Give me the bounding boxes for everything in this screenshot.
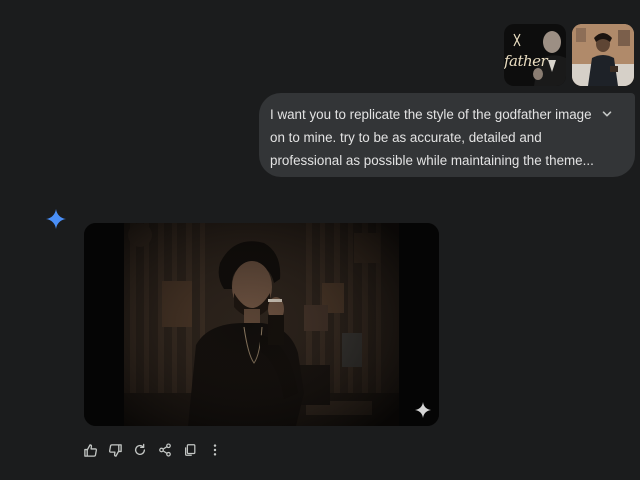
user-prompt-bubble: I want you to replicate the style of the… bbox=[259, 93, 635, 177]
share-button[interactable] bbox=[157, 442, 173, 458]
regenerate-button[interactable] bbox=[132, 442, 148, 458]
good-response-button[interactable] bbox=[82, 442, 98, 458]
prompt-line: I want you to replicate the style of the… bbox=[270, 107, 592, 122]
godfather-title-text: father bbox=[504, 52, 548, 70]
thumbs-up-icon bbox=[83, 443, 97, 457]
user-prompt-text: I want you to replicate the style of the… bbox=[270, 103, 594, 172]
regenerate-icon bbox=[134, 443, 146, 455]
copy-icon bbox=[185, 444, 196, 456]
expand-prompt-button[interactable] bbox=[599, 106, 615, 122]
attachment-godfather-image[interactable]: father bbox=[504, 24, 566, 86]
generated-image[interactable] bbox=[84, 223, 439, 426]
chevron-down-icon bbox=[602, 111, 612, 117]
generated-image-art bbox=[84, 223, 439, 426]
sparkle-icon bbox=[46, 209, 66, 229]
share-icon bbox=[159, 443, 171, 457]
more-vert-icon bbox=[213, 444, 217, 456]
prompt-line: on to mine. try to be as accurate, detai… bbox=[270, 130, 542, 145]
copy-button[interactable] bbox=[182, 442, 198, 458]
thumbs-down-icon bbox=[108, 443, 122, 457]
user-photo-art bbox=[572, 24, 634, 86]
prompt-line: professional as possible while maintaini… bbox=[270, 153, 594, 168]
chat-page: father I want you to replicate the style… bbox=[0, 0, 640, 480]
attachment-user-photo[interactable] bbox=[572, 24, 634, 86]
attachments: father bbox=[504, 24, 634, 86]
bad-response-button[interactable] bbox=[107, 442, 123, 458]
response-actions bbox=[82, 442, 232, 458]
more-options-button[interactable] bbox=[207, 442, 223, 458]
sparkle-icon bbox=[415, 402, 431, 418]
